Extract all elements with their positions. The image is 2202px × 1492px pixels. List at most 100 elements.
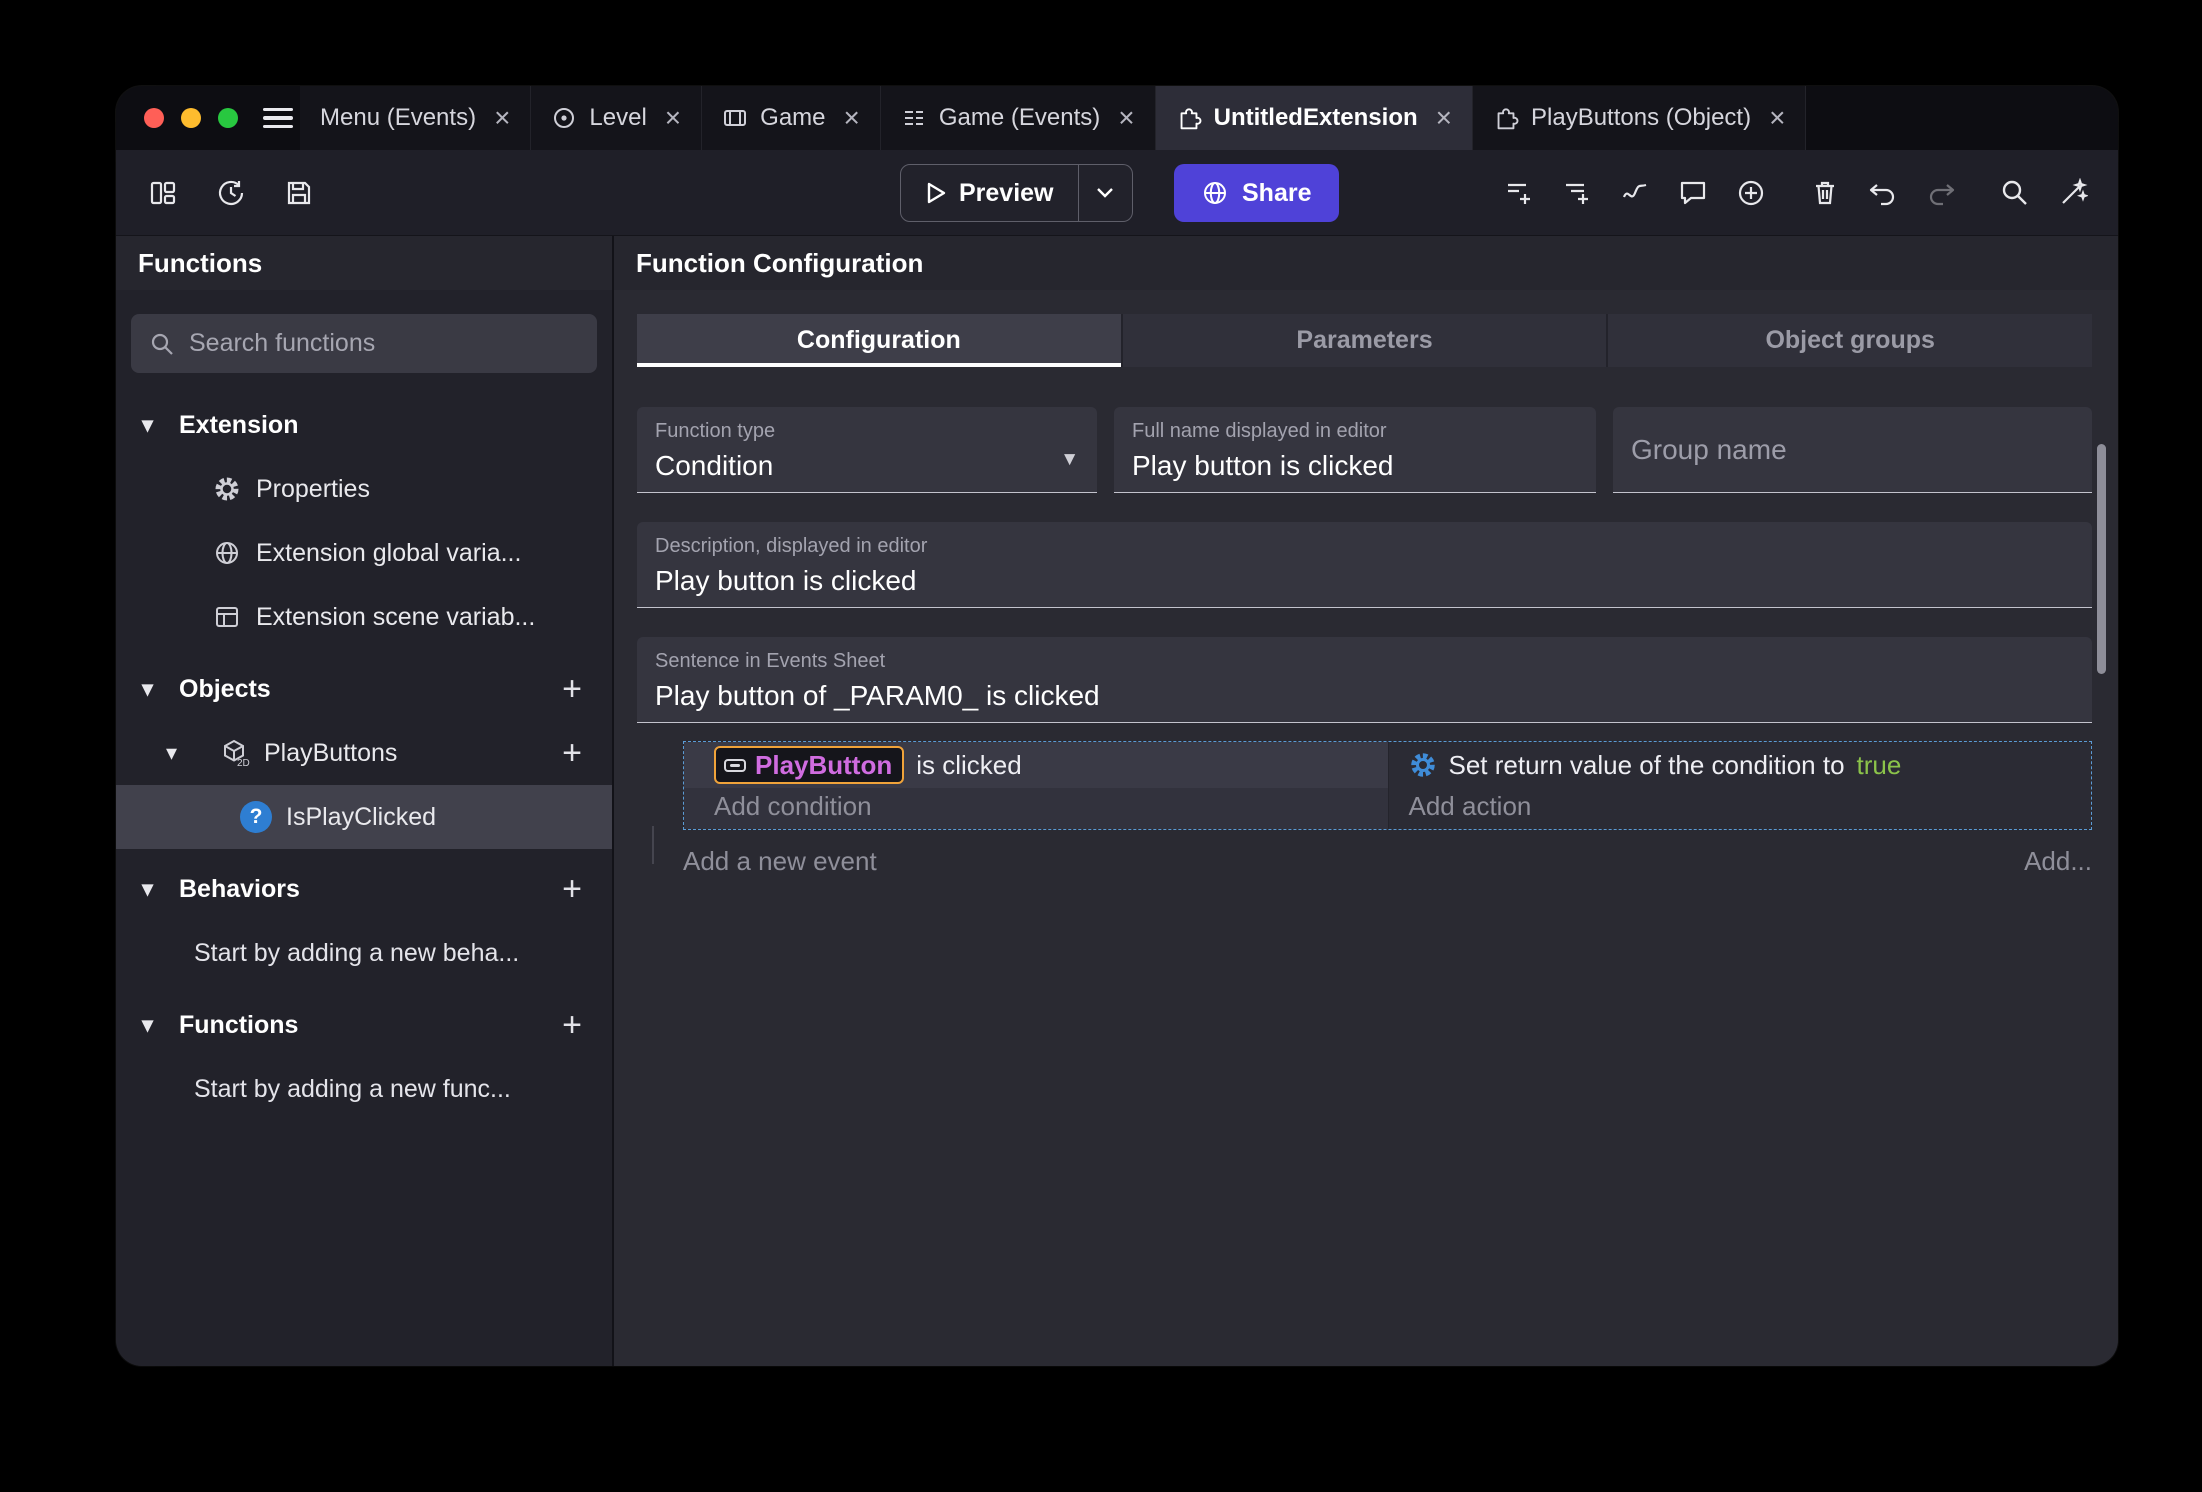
tab-game-events[interactable]: Game (Events) × — [880, 86, 1156, 150]
chevron-down-icon[interactable] — [142, 412, 168, 438]
group-name-field[interactable] — [1613, 407, 2092, 493]
close-tab-icon[interactable]: × — [665, 104, 681, 132]
add-event-button[interactable] — [1502, 176, 1536, 210]
action-text: Set return value of the condition to — [1448, 749, 1845, 780]
search-events-button[interactable] — [1998, 176, 2032, 210]
form-row-1: Function type Condition Full name displa… — [637, 407, 2092, 493]
close-window-button[interactable] — [144, 108, 164, 128]
chevron-down-icon[interactable] — [166, 740, 192, 766]
redo-button[interactable] — [1924, 176, 1958, 210]
play-icon — [927, 182, 946, 204]
search-icon — [151, 333, 173, 355]
share-button[interactable]: Share — [1174, 164, 1340, 222]
sidebar-item-extension-global-variables[interactable]: Extension global varia... — [116, 521, 612, 585]
version-history-button[interactable] — [214, 176, 248, 210]
chevron-down-icon[interactable] — [142, 1012, 168, 1038]
chevron-down-icon — [1097, 188, 1113, 198]
close-tab-icon[interactable]: × — [1118, 104, 1134, 132]
tab-level[interactable]: Level × — [531, 86, 703, 150]
sidebar-item-extension-scene-variables[interactable]: Extension scene variab... — [116, 585, 612, 649]
playbutton-parameter-chip[interactable]: PlayButton — [714, 746, 905, 784]
close-tab-icon[interactable]: × — [1769, 104, 1785, 132]
sidebar-item-properties[interactable]: Properties — [116, 457, 612, 521]
condition-instruction[interactable]: PlayButton is clicked — [684, 742, 1388, 788]
zoom-window-button[interactable] — [218, 108, 238, 128]
sentence-input[interactable] — [655, 680, 2074, 712]
tab-untitled-extension[interactable]: UntitledExtension × — [1155, 86, 1473, 150]
chevron-down-icon[interactable] — [142, 676, 168, 702]
function-type-label: Function type — [655, 420, 776, 442]
tab-menu-events[interactable]: Menu (Events) × — [300, 86, 532, 150]
choose-event-button[interactable] — [1734, 176, 1768, 210]
chevron-down-icon[interactable] — [142, 876, 168, 902]
description-field[interactable]: Description, displayed in editor — [637, 522, 2092, 608]
events-sheet-icon — [904, 111, 923, 125]
item-label: PlayButtons — [264, 738, 398, 767]
add-comment-button[interactable] — [1676, 176, 1710, 210]
comment-bubble-icon — [1680, 181, 1706, 205]
close-tab-icon[interactable]: × — [844, 104, 860, 132]
object-2d-badge: 2D — [237, 758, 250, 768]
tab-label: PlayButtons (Object) — [1531, 104, 1752, 131]
add-function-button[interactable] — [554, 1007, 590, 1043]
close-tab-icon[interactable]: × — [1436, 104, 1452, 132]
event-row[interactable]: PlayButton is clicked Add condition Set … — [683, 741, 2092, 830]
add-other-event-button[interactable] — [1618, 176, 1652, 210]
full-name-field[interactable]: Full name displayed in editor — [1114, 407, 1596, 493]
events-settings-button[interactable] — [2056, 176, 2090, 210]
vertical-scrollbar[interactable] — [2097, 444, 2106, 674]
functions-empty-hint: Start by adding a new func... — [194, 1074, 511, 1103]
preview-options-button[interactable] — [1078, 164, 1133, 222]
search-functions-box[interactable] — [131, 314, 597, 373]
tab-configuration[interactable]: Configuration — [637, 314, 1123, 367]
scene-variables-icon — [216, 607, 238, 627]
function-configuration-panel: Function Configuration Configuration Par… — [614, 236, 2118, 1366]
globe-icon — [216, 542, 238, 564]
add-more-button[interactable]: Add... — [2024, 846, 2092, 877]
description-input[interactable] — [655, 565, 2074, 597]
sentence-label: Sentence in Events Sheet — [655, 650, 886, 672]
project-manager-button[interactable] — [146, 176, 180, 210]
tab-game[interactable]: Game × — [702, 86, 881, 150]
full-name-input[interactable] — [1132, 450, 1578, 482]
sidebar-item-playbuttons[interactable]: 2D PlayButtons — [116, 721, 612, 785]
sentence-field[interactable]: Sentence in Events Sheet — [637, 637, 2092, 723]
content-area: Functions Extension Properties — [116, 236, 2118, 1366]
history-clock-icon — [218, 180, 244, 205]
group-name-input[interactable] — [1631, 433, 2074, 466]
add-object-function-button[interactable] — [554, 735, 590, 771]
close-tab-icon[interactable]: × — [494, 104, 510, 132]
sidebar-item-isplayclicked[interactable]: ? IsPlayClicked — [116, 785, 612, 849]
add-object-button[interactable] — [554, 671, 590, 707]
add-condition-button[interactable]: Add condition — [684, 788, 1388, 824]
sidebar-section-objects[interactable]: Objects — [116, 657, 612, 721]
add-new-event-button[interactable]: Add a new event — [683, 846, 877, 877]
gear-icon — [215, 477, 239, 501]
tab-playbuttons-object[interactable]: PlayButtons (Object) × — [1473, 86, 1807, 150]
add-action-button[interactable]: Add action — [1389, 788, 2092, 824]
globe-icon — [1204, 182, 1226, 204]
tab-object-groups[interactable]: Object groups — [1608, 314, 2093, 367]
function-type-value: Condition — [655, 450, 774, 481]
tab-parameters[interactable]: Parameters — [1122, 314, 1609, 367]
search-functions-input[interactable] — [189, 329, 579, 358]
gear-icon — [1410, 753, 1435, 777]
main-menu-icon[interactable] — [263, 107, 293, 129]
tab-label: Menu (Events) — [320, 104, 477, 131]
minimize-window-button[interactable] — [181, 108, 201, 128]
sidebar-section-extension[interactable]: Extension — [116, 393, 612, 457]
panels-icon — [150, 181, 176, 204]
add-subevent-button[interactable] — [1560, 176, 1594, 210]
item-label: Properties — [256, 474, 370, 503]
action-instruction[interactable]: Set return value of the condition to tru… — [1389, 742, 2092, 788]
add-event-row: Add a new event Add... — [652, 826, 2092, 886]
sidebar-section-functions[interactable]: Functions — [116, 993, 612, 1057]
undo-button[interactable] — [1866, 176, 1900, 210]
add-behavior-button[interactable] — [554, 871, 590, 907]
functions-sidebar: Functions Extension Properties — [116, 236, 614, 1366]
sidebar-section-behaviors[interactable]: Behaviors — [116, 857, 612, 921]
function-type-select[interactable]: Function type Condition — [637, 407, 1097, 493]
save-button[interactable] — [282, 176, 316, 210]
preview-button[interactable]: Preview — [900, 164, 1079, 222]
delete-button[interactable] — [1808, 176, 1842, 210]
